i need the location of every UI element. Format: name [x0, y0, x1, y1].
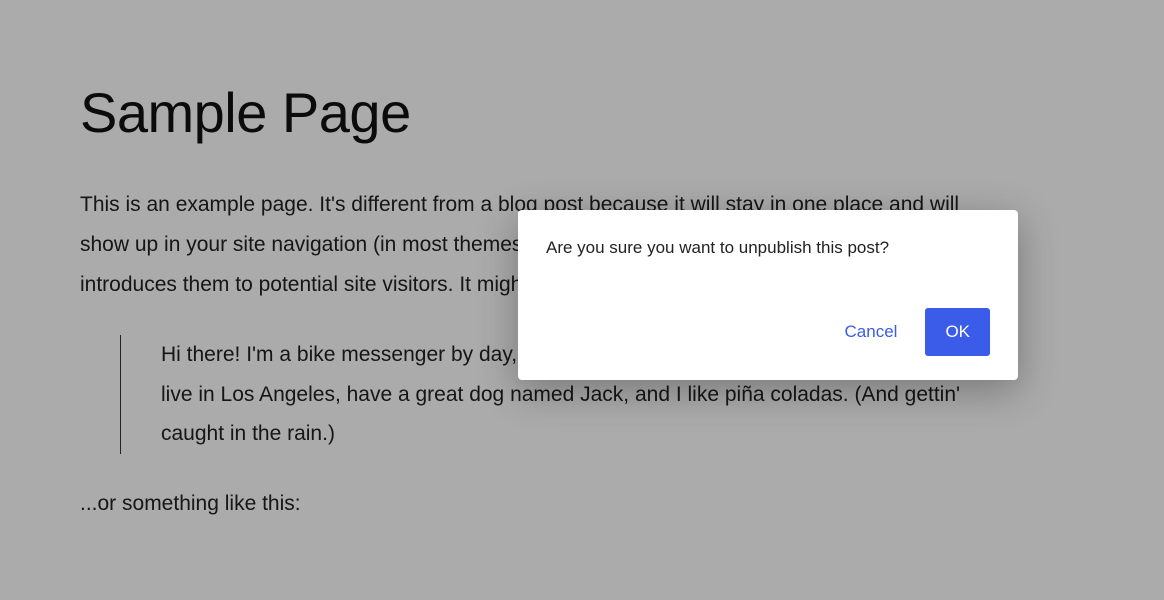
- confirm-message: Are you sure you want to unpublish this …: [546, 238, 990, 258]
- ok-button[interactable]: OK: [925, 308, 990, 356]
- confirm-dialog: Are you sure you want to unpublish this …: [518, 210, 1018, 380]
- confirm-actions: Cancel OK: [546, 308, 990, 356]
- cancel-button[interactable]: Cancel: [841, 314, 902, 350]
